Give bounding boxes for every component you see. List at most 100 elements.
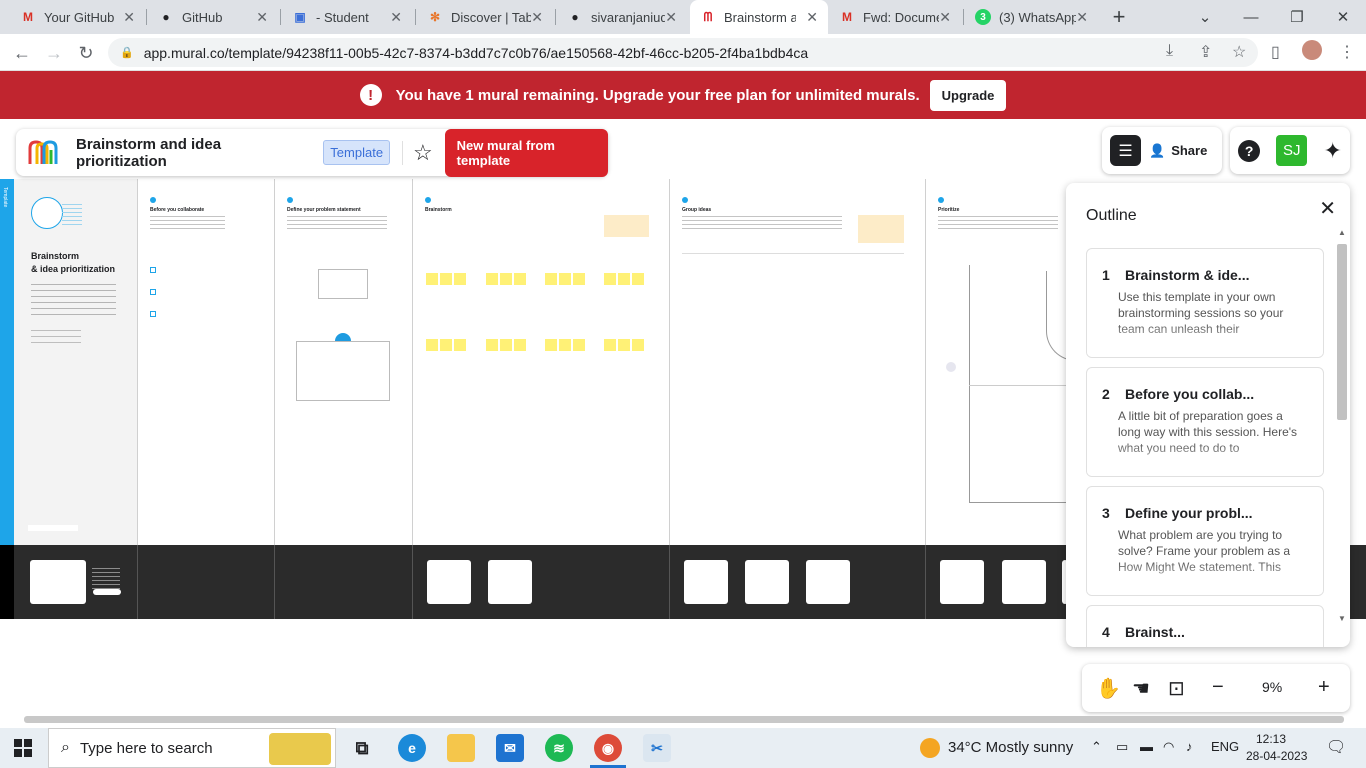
upgrade-button[interactable]: Upgrade: [929, 79, 1007, 111]
forward-icon[interactable]: →: [40, 39, 68, 67]
new-tab-button[interactable]: +: [1096, 0, 1142, 34]
tab-search-icon[interactable]: ⌄: [1182, 0, 1228, 34]
wifi-icon[interactable]: ◠: [1163, 739, 1174, 755]
example-thumbnail[interactable]: [30, 560, 86, 604]
prioritize-thumbnail[interactable]: [1002, 560, 1046, 604]
favorite-star-icon[interactable]: ☆: [413, 140, 433, 166]
tab-your-github[interactable]: M Your GitHub ✕: [10, 0, 145, 34]
brainstorm-thumbnail[interactable]: [427, 560, 471, 604]
help-icon[interactable]: ?: [1238, 139, 1261, 162]
importance-marker: [946, 362, 956, 372]
outline-item-4[interactable]: 4 Brainst...: [1086, 605, 1324, 647]
notification-icon[interactable]: 🗨: [1326, 737, 1346, 757]
close-tab-icon[interactable]: ✕: [256, 9, 268, 26]
snipping-tool-icon[interactable]: ✂: [643, 734, 671, 762]
sticky-note: [618, 339, 630, 351]
zoom-level[interactable]: 9%: [1262, 679, 1282, 695]
sticky-note: [454, 339, 466, 351]
gmail-icon: M: [842, 10, 852, 24]
intro-title-line-1: Brainstorm: [31, 251, 80, 261]
browser-menu-icon[interactable]: ⋮: [1339, 42, 1355, 62]
profile-avatar[interactable]: [1302, 40, 1322, 60]
outline-item-2[interactable]: 2 Before you collab... A little bit of p…: [1086, 367, 1324, 477]
close-tab-icon[interactable]: ✕: [390, 9, 402, 26]
reload-icon[interactable]: ↻: [72, 39, 100, 67]
user-avatar[interactable]: SJ: [1276, 135, 1308, 166]
tab-brainstorm-active[interactable]: ᗰ Brainstorm and idea prioritization ✕: [690, 0, 828, 34]
camera-icon[interactable]: ▭: [1116, 739, 1128, 755]
outline-scrollbar[interactable]: ▲ ▼: [1336, 228, 1348, 624]
clock-time[interactable]: 12:13: [1256, 732, 1286, 746]
spotify-icon[interactable]: ≋: [545, 734, 573, 762]
tab-sivaranjaniud[interactable]: ● sivaranjaniud ✕: [557, 0, 687, 34]
battery-icon[interactable]: ▬: [1140, 739, 1153, 754]
tab-title: Brainstorm and idea prioritization: [724, 9, 796, 25]
canvas-horizontal-scrollbar[interactable]: [24, 716, 1344, 723]
windows-start-icon[interactable]: [14, 739, 32, 757]
inspiration-button[interactable]: [93, 589, 121, 595]
close-tab-icon[interactable]: ✕: [531, 9, 543, 26]
clock-date[interactable]: 28-04-2023: [1246, 749, 1307, 763]
menu-icon[interactable]: ☰: [1110, 135, 1141, 166]
address-bar[interactable]: 🔒 app.mural.co/template/94238f11-00b5-42…: [108, 38, 1258, 67]
sparkle-icon[interactable]: ✦: [1323, 138, 1341, 164]
zoom-out-icon[interactable]: −: [1212, 676, 1224, 699]
group-thumbnail[interactable]: [684, 560, 728, 604]
close-tab-icon[interactable]: ✕: [1076, 9, 1088, 26]
chrome-icon[interactable]: ◉: [594, 734, 622, 762]
close-tab-icon[interactable]: ✕: [806, 9, 818, 26]
pan-hand-icon[interactable]: ✋: [1096, 676, 1121, 701]
close-tab-icon[interactable]: ✕: [665, 9, 677, 26]
volume-icon[interactable]: ♪: [1186, 739, 1193, 754]
share-button[interactable]: 👤 Share: [1149, 143, 1207, 159]
share-page-icon[interactable]: ⇪: [1199, 42, 1212, 62]
tab-whatsapp[interactable]: 3 (3) WhatsApp ✕: [965, 0, 1098, 34]
close-icon[interactable]: ✕: [1319, 196, 1336, 221]
taskbar-search[interactable]: ⌕ Type here to search: [48, 728, 336, 768]
close-tab-icon[interactable]: ✕: [939, 9, 951, 26]
tab-tableau[interactable]: ✻ Discover | Tableau ✕: [417, 0, 553, 34]
zoom-in-icon[interactable]: +: [1318, 676, 1330, 699]
mural-logo[interactable]: [28, 139, 60, 166]
sticky-note: [486, 339, 498, 351]
install-icon[interactable]: ⤓: [1166, 42, 1173, 60]
restore-icon[interactable]: ❐: [1274, 0, 1320, 34]
group-thumbnail[interactable]: [806, 560, 850, 604]
weather-text[interactable]: 34°C Mostly sunny: [948, 739, 1073, 756]
tab-student[interactable]: ▣ - Student ✕: [282, 0, 412, 34]
tab-github[interactable]: ● GitHub ✕: [148, 0, 278, 34]
mural-title[interactable]: Brainstorm and idea prioritization: [76, 136, 291, 170]
scrollbar-thumb[interactable]: [1337, 244, 1347, 420]
utility-toolbar: ? SJ ✦: [1230, 127, 1350, 174]
show-hidden-icons-icon[interactable]: ⌃: [1091, 739, 1102, 755]
scroll-up-icon[interactable]: ▲: [1338, 228, 1346, 237]
brainstorm-thumbnail[interactable]: [488, 560, 532, 604]
outline-item-3[interactable]: 3 Define your probl... What problem are …: [1086, 486, 1324, 596]
edge-icon[interactable]: e: [398, 734, 426, 762]
tab-fwd-documents[interactable]: M Fwd: Documents ✕: [829, 0, 961, 34]
map-icon[interactable]: ⊡: [1168, 676, 1185, 701]
close-window-icon[interactable]: ✕: [1320, 0, 1366, 34]
back-icon[interactable]: ←: [8, 39, 36, 67]
task-view-icon[interactable]: ⧉: [348, 734, 376, 762]
section-5-text: [938, 215, 1058, 229]
prioritize-thumbnail[interactable]: [940, 560, 984, 604]
strip-divider: [412, 545, 413, 619]
inspiration-text: [92, 565, 120, 589]
close-tab-icon[interactable]: ✕: [123, 9, 135, 26]
bookmark-star-icon[interactable]: ☆: [1232, 42, 1246, 62]
outline-item-1[interactable]: 1 Brainstorm & ide... Use this template …: [1086, 248, 1324, 358]
sticky-note: [618, 273, 630, 285]
strip-divider: [137, 545, 138, 619]
new-mural-from-template-button[interactable]: New mural from template: [444, 128, 608, 177]
select-hand-icon[interactable]: ☚: [1132, 676, 1150, 701]
side-panel-icon[interactable]: ▯: [1271, 42, 1280, 62]
mail-icon[interactable]: ✉: [496, 734, 524, 762]
scroll-down-icon[interactable]: ▼: [1338, 614, 1346, 623]
file-explorer-icon[interactable]: [447, 734, 475, 762]
section-4-divider: [682, 253, 904, 254]
add-person-icon: 👤: [1149, 142, 1166, 158]
minimize-icon[interactable]: —: [1228, 0, 1274, 34]
language-indicator[interactable]: ENG: [1211, 739, 1239, 754]
group-thumbnail[interactable]: [745, 560, 789, 604]
